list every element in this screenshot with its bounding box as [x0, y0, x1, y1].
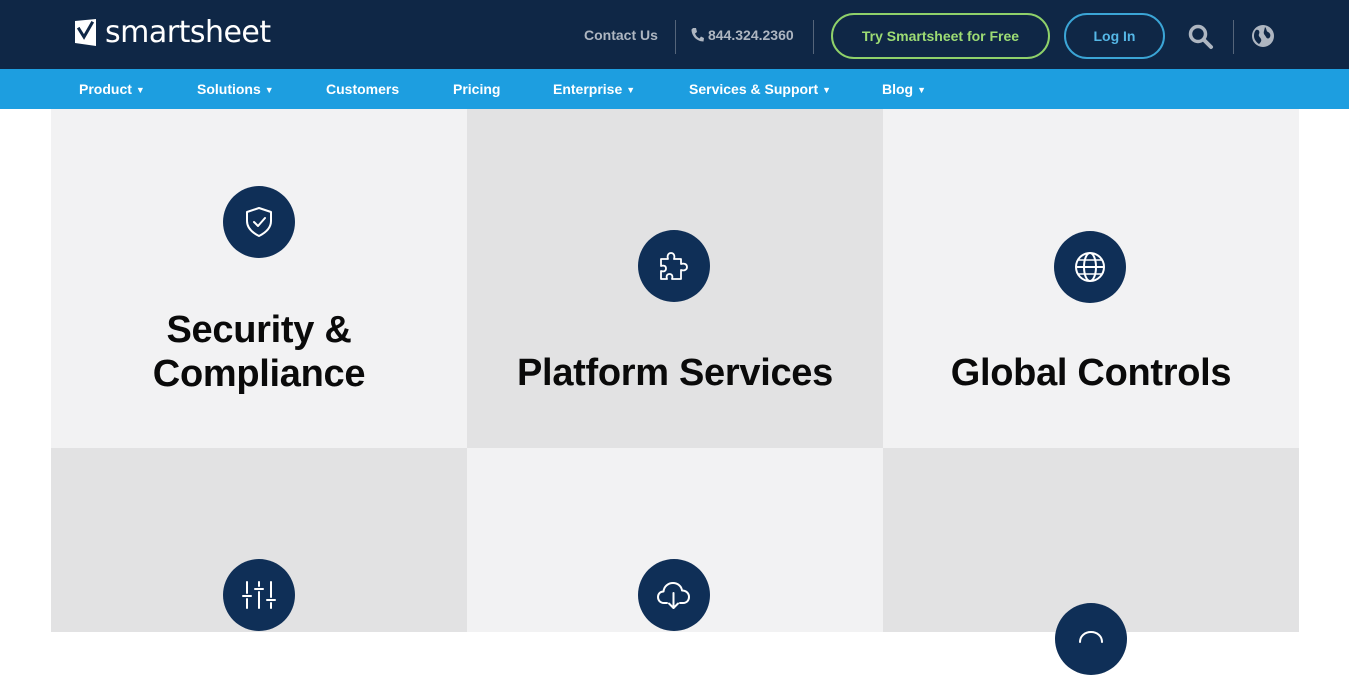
- chevron-down-icon: ▼: [917, 84, 927, 95]
- tile-platform-services[interactable]: Platform Services: [467, 109, 883, 448]
- tile-global-controls[interactable]: Global Controls: [883, 109, 1299, 448]
- nav-label: Customers: [326, 81, 400, 97]
- nav-enterprise[interactable]: Enterprise ▼: [553, 69, 635, 109]
- smartsheet-logo[interactable]: smartsheet: [75, 14, 271, 50]
- icon-circle: [1055, 603, 1127, 675]
- tile-title: Platform Services: [517, 352, 833, 394]
- tile-title: Global Controls: [950, 352, 1232, 394]
- logo-mark-icon: [75, 18, 96, 46]
- puzzle-icon: [660, 252, 688, 280]
- nav-label: Product: [79, 81, 132, 97]
- nav-customers[interactable]: Customers: [326, 69, 399, 109]
- divider: [1233, 20, 1234, 54]
- icon-circle: [638, 559, 710, 631]
- top-header: smartsheet Contact Us 844.324.2360 Try S…: [0, 0, 1349, 69]
- chevron-down-icon: ▼: [822, 84, 832, 95]
- phone-link[interactable]: 844.324.2360: [690, 27, 794, 43]
- chevron-down-icon: ▼: [264, 84, 274, 95]
- tile-title: Security & Compliance: [51, 308, 467, 396]
- phone-icon: [691, 28, 704, 42]
- tile-row2-2[interactable]: [467, 448, 883, 632]
- icon-circle: [223, 559, 295, 631]
- phone-number: 844.324.2360: [708, 27, 794, 43]
- tile-row2-1[interactable]: [51, 448, 467, 632]
- tile-title-line: Security &: [166, 309, 352, 351]
- nav-label: Solutions: [197, 81, 261, 97]
- logo-text: smartsheet: [105, 14, 271, 50]
- nav-solutions[interactable]: Solutions ▼: [197, 69, 274, 109]
- main-nav: Product ▼ Solutions ▼ Customers Pricing En…: [0, 69, 1349, 109]
- icon-circle: [223, 186, 295, 258]
- tile-security-compliance[interactable]: Security & Compliance: [51, 109, 467, 448]
- divider: [675, 20, 676, 54]
- nav-blog[interactable]: Blog ▼: [882, 69, 926, 109]
- tile-row2-3[interactable]: [883, 448, 1299, 675]
- partial-icon: [1079, 630, 1103, 643]
- cloud-download-icon: [657, 582, 690, 609]
- globe-icon[interactable]: [1251, 24, 1275, 48]
- nav-label: Blog: [882, 81, 914, 97]
- chevron-down-icon: ▼: [626, 84, 636, 95]
- search-icon[interactable]: [1188, 24, 1214, 50]
- nav-label: Pricing: [453, 81, 501, 97]
- icon-circle: [638, 230, 710, 302]
- tile-title-line: Compliance: [152, 353, 366, 395]
- contact-us-link[interactable]: Contact Us: [584, 27, 658, 43]
- login-button[interactable]: Log In: [1064, 13, 1165, 59]
- nav-label: Services & Support: [689, 81, 819, 97]
- nav-product[interactable]: Product ▼: [79, 69, 145, 109]
- nav-label: Enterprise: [553, 81, 623, 97]
- globe-icon: [1075, 252, 1105, 282]
- try-free-button[interactable]: Try Smartsheet for Free: [831, 13, 1050, 59]
- chevron-down-icon: ▼: [135, 84, 145, 95]
- nav-services-support[interactable]: Services & Support ▼: [689, 69, 831, 109]
- divider: [813, 20, 814, 54]
- nav-pricing[interactable]: Pricing: [453, 69, 500, 109]
- sliders-icon: [242, 581, 276, 609]
- shield-check-icon: [246, 207, 272, 237]
- icon-circle: [1054, 231, 1126, 303]
